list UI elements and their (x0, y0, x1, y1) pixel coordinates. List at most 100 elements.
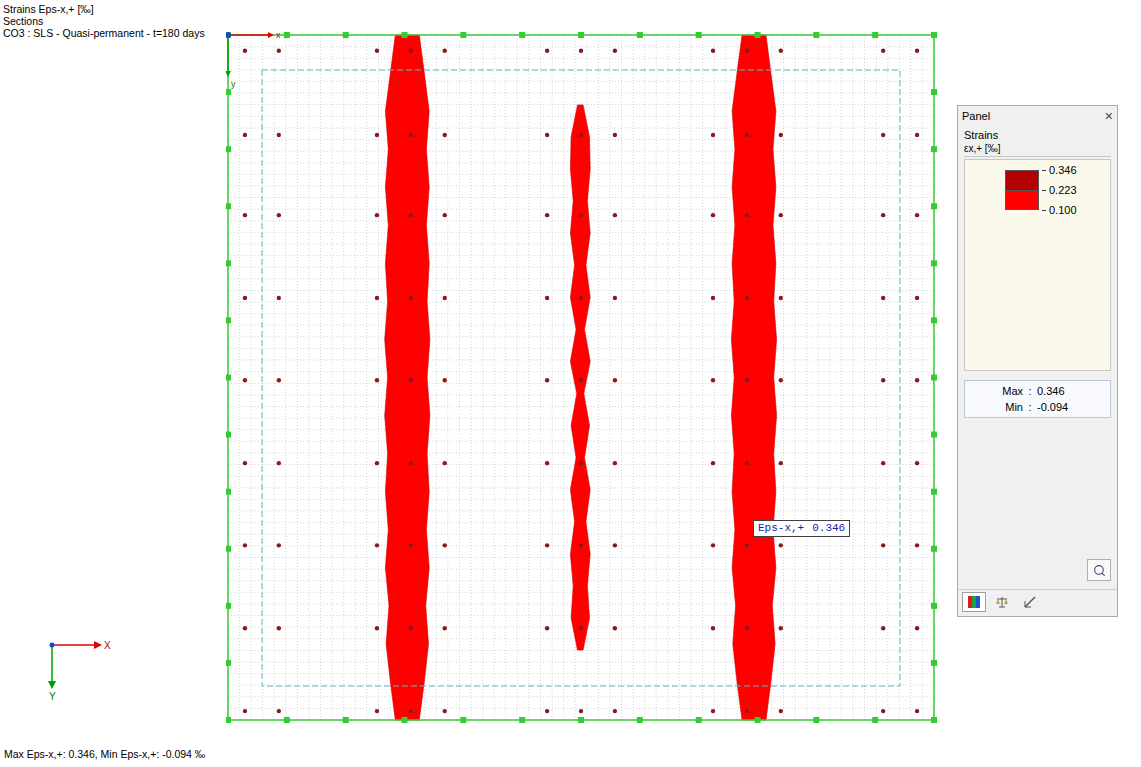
support-node (915, 49, 919, 53)
support-node (745, 133, 749, 137)
edge-nodes (226, 32, 937, 723)
support-node (443, 626, 447, 630)
support-node (745, 378, 749, 382)
support-node (779, 709, 783, 713)
zoom-button[interactable] (1087, 559, 1111, 581)
support-node (711, 461, 715, 465)
support-node (711, 296, 715, 300)
legend-value: 0.100 (1042, 204, 1077, 216)
support-node (443, 461, 447, 465)
edge-nodes (226, 32, 937, 723)
palette-icon (967, 595, 981, 609)
model-canvas[interactable]: xyEps-x,+0.346 (226, 0, 952, 745)
support-node (243, 378, 247, 382)
support-node (579, 49, 583, 53)
support-node (375, 133, 379, 137)
panel-tab[interactable] (962, 592, 986, 612)
edge-nodes (226, 32, 937, 723)
support-node (779, 543, 783, 547)
support-node (579, 296, 583, 300)
status-bar: Max Eps-x,+: 0.346, Min Eps-x,+: -0.094 … (0, 745, 1141, 761)
header-line: Sections (3, 15, 226, 27)
swatch-column (1005, 170, 1039, 210)
edge-nodes (226, 32, 937, 723)
panel-body: Strainsεx,+ [‰]0.3460.2230.100Max:0.346M… (958, 126, 1117, 589)
support-node (545, 296, 549, 300)
tick-mark (1042, 190, 1046, 191)
support-node (881, 626, 885, 630)
color-legend: 0.3460.2230.100 (964, 159, 1111, 371)
support-node (613, 378, 617, 382)
support-node (375, 709, 379, 713)
support-node (409, 543, 413, 547)
support-node (915, 543, 919, 547)
close-button[interactable]: × (1105, 109, 1113, 123)
left-column: Strains Eps-x,+ [‰]SectionsCO3 : SLS - Q… (0, 0, 226, 745)
svg-text:x: x (276, 30, 281, 40)
support-node (711, 626, 715, 630)
panel-tab[interactable] (990, 592, 1014, 612)
main-row: Strains Eps-x,+ [‰]SectionsCO3 : SLS - Q… (0, 0, 1141, 745)
strain-region (731, 35, 776, 720)
svg-text:Y: Y (49, 691, 56, 702)
tool-row (964, 559, 1111, 585)
support-node (243, 213, 247, 217)
support-node (545, 378, 549, 382)
support-node (745, 626, 749, 630)
support-node (779, 296, 783, 300)
svg-text:X: X (104, 640, 111, 651)
support-node (613, 543, 617, 547)
support-node (881, 133, 885, 137)
support-node (277, 461, 281, 465)
support-node (613, 133, 617, 137)
support-node (277, 626, 281, 630)
support-node (375, 213, 379, 217)
fe-mesh (228, 35, 934, 720)
support-node (881, 709, 885, 713)
color-swatch (1006, 171, 1038, 191)
support-node (277, 543, 281, 547)
support-node (915, 213, 919, 217)
support-node (277, 709, 281, 713)
edge-nodes (226, 32, 937, 723)
support-node (545, 213, 549, 217)
support-node (409, 213, 413, 217)
support-node (711, 543, 715, 547)
tick-mark (1042, 170, 1046, 171)
view-axes: XY (44, 637, 124, 707)
legend-value: 0.346 (1042, 164, 1077, 176)
tooltip-value: 0.346 (812, 522, 845, 535)
support-node (915, 709, 919, 713)
support-node (579, 461, 583, 465)
legend-values: 0.3460.2230.100 (1039, 164, 1077, 216)
support-node (745, 49, 749, 53)
support-node (881, 378, 885, 382)
support-node (613, 626, 617, 630)
support-node (711, 133, 715, 137)
edge-nodes (226, 32, 937, 723)
support-node (409, 461, 413, 465)
edge-nodes (226, 32, 937, 723)
edge-nodes (226, 32, 937, 723)
support-node (915, 296, 919, 300)
magnifier-icon (1093, 564, 1106, 577)
strain-region (385, 35, 430, 720)
support-node (579, 709, 583, 713)
support-node (409, 709, 413, 713)
support-node (881, 213, 885, 217)
edge-nodes (226, 32, 937, 723)
edge-nodes (226, 32, 937, 723)
plate-chart[interactable]: xy (226, 0, 952, 745)
ruler-icon (1023, 595, 1037, 609)
support-node (779, 213, 783, 217)
panel-tab[interactable] (1018, 592, 1042, 612)
support-node (579, 378, 583, 382)
edge-nodes (226, 32, 937, 723)
support-node (277, 213, 281, 217)
panel-title-bar: Panel× (958, 106, 1117, 126)
support-node (711, 378, 715, 382)
support-node (443, 49, 447, 53)
support-node (779, 133, 783, 137)
support-node (545, 133, 549, 137)
extreme-row: Min:-0.094 (965, 399, 1110, 415)
